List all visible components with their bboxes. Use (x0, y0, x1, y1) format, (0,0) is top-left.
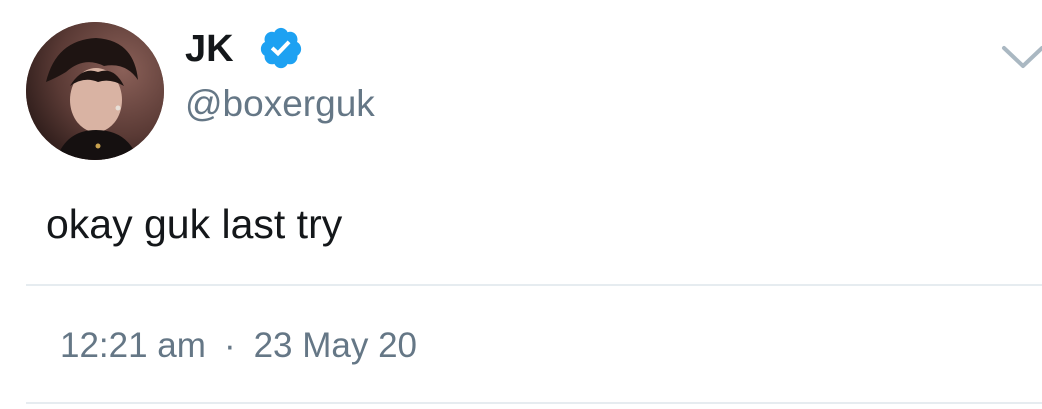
avatar[interactable] (26, 22, 164, 160)
chevron-down-icon[interactable] (1000, 42, 1042, 72)
tweet-time: 12:21 am (60, 326, 206, 365)
tweet-timestamp[interactable]: 12:21 am · 23 May 20 (60, 323, 417, 369)
divider (26, 284, 1042, 286)
timestamp-separator: · (223, 326, 236, 365)
divider (26, 402, 1042, 404)
verified-badge-icon (260, 27, 302, 69)
user-handle[interactable]: @boxerguk (185, 81, 375, 127)
display-name[interactable]: JK (185, 26, 234, 72)
tweet-text: okay guk last try (46, 201, 343, 247)
tweet-date: 23 May 20 (253, 326, 418, 365)
